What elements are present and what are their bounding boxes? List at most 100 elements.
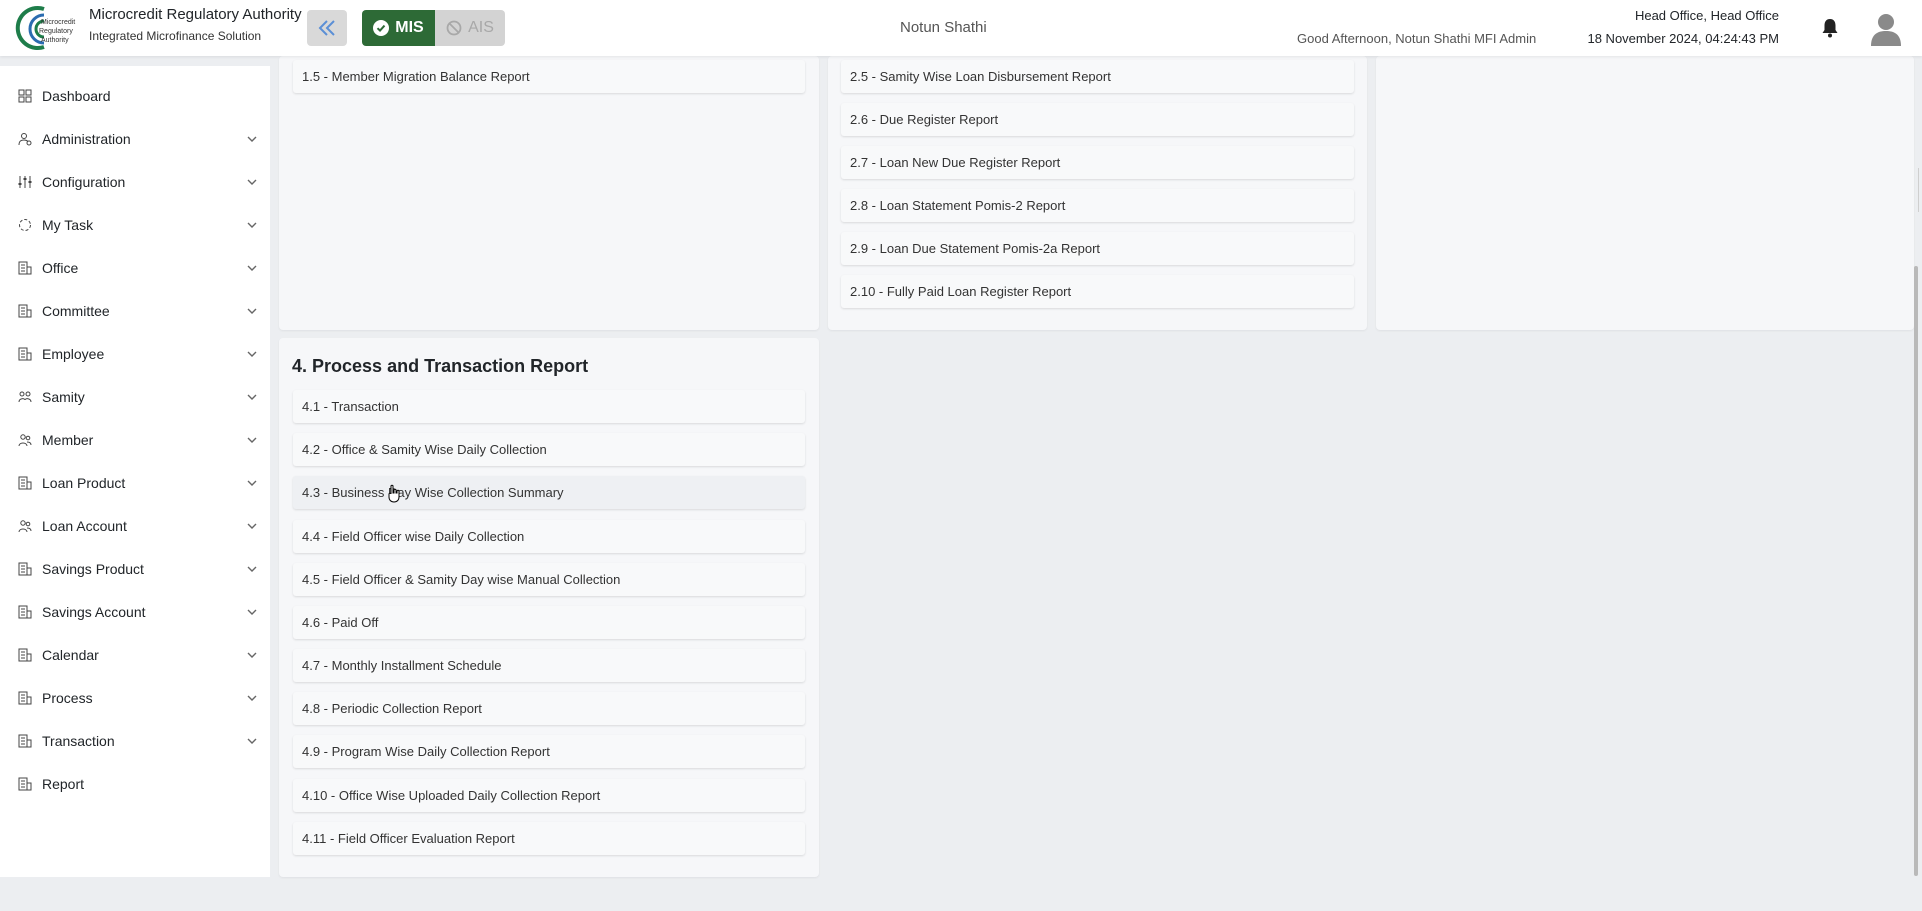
sidebar-item-label: Administration bbox=[42, 131, 131, 147]
mis-toggle-button[interactable]: MIS bbox=[362, 10, 435, 46]
top-header: Microcredit Regulatory Authority Microcr… bbox=[0, 0, 1922, 56]
sidebar-item-dashboard[interactable]: Dashboard bbox=[0, 78, 270, 114]
chevron-down-icon bbox=[247, 609, 257, 615]
report-link-4-10[interactable]: 4.10 - Office Wise Uploaded Daily Collec… bbox=[293, 779, 805, 812]
user-avatar[interactable] bbox=[1868, 10, 1904, 46]
report-link-4-9[interactable]: 4.9 - Program Wise Daily Collection Repo… bbox=[293, 735, 805, 768]
sidebar-item-label: Loan Product bbox=[42, 475, 126, 491]
chevron-down-icon bbox=[247, 351, 257, 357]
users-cog-icon bbox=[17, 132, 32, 147]
sidebar-item-label: Transaction bbox=[42, 733, 115, 749]
chevron-down-icon bbox=[247, 566, 257, 572]
current-datetime: 18 November 2024, 04:24:43 PM bbox=[1587, 31, 1779, 46]
report-link-4-2[interactable]: 4.2 - Office & Samity Wise Daily Collect… bbox=[293, 433, 805, 466]
report-link-4-3[interactable]: 4.3 - Business Day Wise Collection Summa… bbox=[293, 476, 805, 509]
sliders-icon bbox=[17, 175, 32, 190]
report-link-4-5[interactable]: 4.5 - Field Officer & Samity Day wise Ma… bbox=[293, 563, 805, 596]
sidebar-item-office[interactable]: Office bbox=[0, 250, 270, 286]
logo-text-line-3: Authority bbox=[41, 37, 69, 44]
sidebar-item-process[interactable]: Process bbox=[0, 680, 270, 716]
report-link-2-8[interactable]: 2.8 - Loan Statement Pomis-2 Report bbox=[841, 189, 1354, 222]
notification-bell-icon[interactable] bbox=[1818, 16, 1842, 40]
greeting-text: Good Afternoon, Notun Shathi MFI Admin bbox=[1297, 31, 1537, 46]
sidebar-item-transaction[interactable]: Transaction bbox=[0, 723, 270, 759]
sidebar-item-label: Configuration bbox=[42, 174, 126, 190]
building-icon bbox=[17, 476, 32, 491]
edge-divider bbox=[1918, 168, 1919, 212]
report-link-4-11[interactable]: 4.11 - Field Officer Evaluation Report bbox=[293, 822, 805, 855]
sidebar-item-label: Committee bbox=[42, 303, 110, 319]
chevron-down-icon bbox=[247, 136, 257, 142]
sidebar-item-member[interactable]: Member bbox=[0, 422, 270, 458]
report-link-2-10[interactable]: 2.10 - Fully Paid Loan Register Report bbox=[841, 275, 1354, 308]
sidebar-item-configuration[interactable]: Configuration bbox=[0, 164, 270, 200]
building-icon bbox=[17, 648, 32, 663]
sidebar-item-savings-account[interactable]: Savings Account bbox=[0, 594, 270, 630]
building-icon bbox=[17, 734, 32, 749]
sidebar-item-my-task[interactable]: My Task bbox=[0, 207, 270, 243]
sidebar-item-loan-product[interactable]: Loan Product bbox=[0, 465, 270, 501]
report-card-3 bbox=[1376, 56, 1914, 330]
report-link-4-8[interactable]: 4.8 - Periodic Collection Report bbox=[293, 692, 805, 725]
sidebar-item-label: Dashboard bbox=[42, 88, 111, 104]
building-icon bbox=[17, 562, 32, 577]
sidebar-item-label: Process bbox=[42, 690, 93, 706]
building-icon bbox=[17, 304, 32, 319]
chevron-down-icon bbox=[247, 695, 257, 701]
report-link-2-7[interactable]: 2.7 - Loan New Due Register Report bbox=[841, 146, 1354, 179]
grid-icon bbox=[17, 89, 32, 104]
report-link-2-6[interactable]: 2.6 - Due Register Report bbox=[841, 103, 1354, 136]
building-icon bbox=[17, 261, 32, 276]
chevron-down-icon bbox=[247, 523, 257, 529]
report-link-4-1[interactable]: 4.1 - Transaction bbox=[293, 390, 805, 423]
ban-icon bbox=[446, 20, 462, 36]
chevron-down-icon bbox=[247, 179, 257, 185]
sidebar-item-label: My Task bbox=[42, 217, 94, 233]
sidebar-item-label: Member bbox=[42, 432, 94, 448]
organization-name: Notun Shathi bbox=[900, 19, 987, 36]
sidebar-item-report[interactable]: Report bbox=[0, 766, 270, 802]
mra-logo: Microcredit Regulatory Authority bbox=[14, 3, 80, 51]
report-link-1-5[interactable]: 1.5 - Member Migration Balance Report bbox=[293, 60, 805, 93]
page-scrollbar[interactable] bbox=[1914, 266, 1918, 876]
chevron-down-icon bbox=[247, 652, 257, 658]
chevron-down-icon bbox=[247, 265, 257, 271]
building-icon bbox=[17, 777, 32, 792]
collapse-sidebar-button[interactable] bbox=[307, 10, 347, 46]
chevron-down-icon bbox=[247, 222, 257, 228]
building-icon bbox=[17, 605, 32, 620]
chevron-down-icon bbox=[247, 480, 257, 486]
report-link-4-6[interactable]: 4.6 - Paid Off bbox=[293, 606, 805, 639]
group-icon bbox=[17, 390, 32, 405]
check-circle-icon bbox=[373, 20, 390, 36]
process-report-title: 4. Process and Transaction Report bbox=[292, 356, 589, 376]
sidebar-item-administration[interactable]: Administration bbox=[0, 121, 270, 157]
sidebar-item-savings-product[interactable]: Savings Product bbox=[0, 551, 270, 587]
sidebar-item-label: Employee bbox=[42, 346, 105, 362]
sidebar-item-committee[interactable]: Committee bbox=[0, 293, 270, 329]
sidebar-item-employee[interactable]: Employee bbox=[0, 336, 270, 372]
office-info: Head Office, Head Office bbox=[1634, 8, 1779, 23]
sidebar-item-label: Samity bbox=[42, 389, 85, 405]
sidebar-item-calendar[interactable]: Calendar bbox=[0, 637, 270, 673]
logo-text-line-1: Microcredit bbox=[41, 19, 75, 26]
report-link-2-5[interactable]: 2.5 - Samity Wise Loan Disbursement Repo… bbox=[841, 60, 1354, 93]
report-link-4-4[interactable]: 4.4 - Field Officer wise Daily Collectio… bbox=[293, 520, 805, 553]
logo-text-line-2: Regulatory bbox=[39, 28, 73, 35]
mis-label: MIS bbox=[395, 19, 424, 36]
brand-subtitle: Integrated Microfinance Solution bbox=[89, 29, 262, 43]
report-link-4-7[interactable]: 4.7 - Monthly Installment Schedule bbox=[293, 649, 805, 682]
sidebar-item-samity[interactable]: Samity bbox=[0, 379, 270, 415]
sidebar-item-label: Savings Product bbox=[42, 561, 144, 577]
people-icon bbox=[17, 519, 32, 534]
building-icon bbox=[17, 347, 32, 362]
ais-toggle-button[interactable]: AIS bbox=[435, 10, 505, 46]
sidebar-nav: Dashboard Administration Configuration M… bbox=[0, 66, 270, 877]
brand-title: Microcredit Regulatory Authority bbox=[89, 6, 302, 23]
chevron-down-icon bbox=[247, 394, 257, 400]
sidebar-item-loan-account[interactable]: Loan Account bbox=[0, 508, 270, 544]
sidebar-item-label: Report bbox=[42, 776, 85, 792]
chevron-down-icon bbox=[247, 308, 257, 314]
report-link-2-9[interactable]: 2.9 - Loan Due Statement Pomis-2a Report bbox=[841, 232, 1354, 265]
cycle-icon bbox=[17, 218, 32, 233]
